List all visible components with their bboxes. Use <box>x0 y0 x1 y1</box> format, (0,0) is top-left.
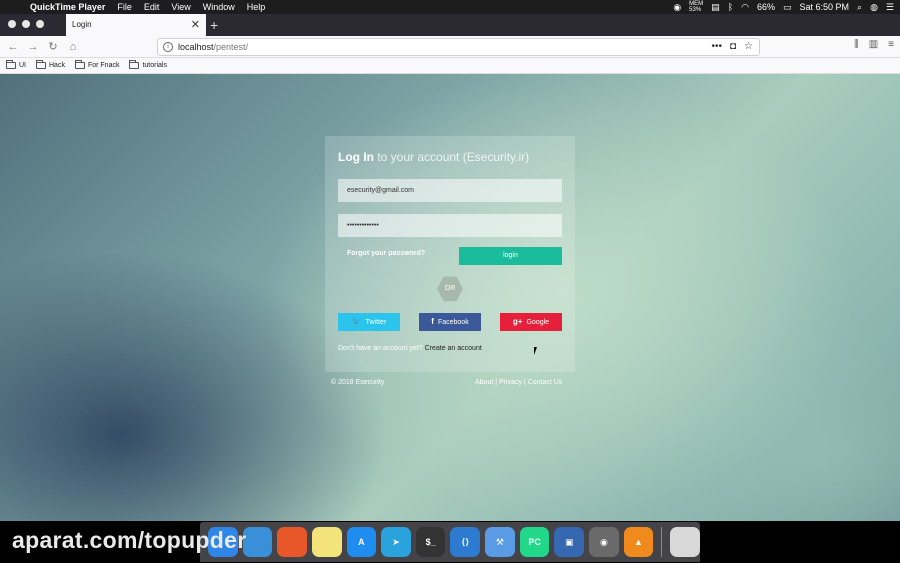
folder-icon <box>6 60 16 69</box>
facebook-icon: f <box>431 317 434 326</box>
google-plus-icon: g+ <box>512 317 523 326</box>
close-window-button[interactable] <box>8 20 16 28</box>
url-host: localhost <box>178 42 214 52</box>
reload-button[interactable]: ↻ <box>45 39 61 55</box>
bookmark-folder-tutorials[interactable]: tutorials <box>129 60 167 69</box>
maximize-window-button[interactable] <box>36 20 44 28</box>
bookmark-folder-ui[interactable]: UI <box>6 60 26 69</box>
trash-icon[interactable] <box>670 527 700 557</box>
menu-help[interactable]: Help <box>241 0 272 14</box>
bookmark-folder-for-fnack[interactable]: For Fnack <box>74 60 119 69</box>
nav-bar: ← → ↻ ⌂ i localhost/pentest/ ••• ◘ ☆ ⫼ ▥… <box>0 36 900 58</box>
chrome-icon[interactable]: ◉ <box>589 527 619 557</box>
menu-app-name[interactable]: QuickTime Player <box>24 0 111 14</box>
dock-separator <box>661 527 663 557</box>
back-button[interactable]: ← <box>5 39 21 55</box>
virtualbox-icon[interactable]: ▣ <box>554 527 585 557</box>
battery-percent[interactable]: 66% <box>757 2 775 12</box>
vscode-icon[interactable]: ⟨⟩ <box>450 527 481 557</box>
mouse-cursor <box>534 347 537 355</box>
close-tab-icon[interactable]: ✕ <box>191 14 200 36</box>
facebook-button[interactable]: f Facebook <box>419 313 481 331</box>
folder-icon <box>36 60 46 69</box>
dock: A ➤ $_ ⟨⟩ ⚒ PC ▣ ◉ ▲ <box>200 522 700 562</box>
url-actions: ••• ◘ ☆ <box>711 39 753 55</box>
footer-links: About | Privacy | Contact Us <box>475 379 563 386</box>
bookmark-folder-hack[interactable]: Hack <box>36 60 65 69</box>
toolbar-right: ⫼ ▥ ≡ <box>854 39 894 50</box>
bookmark-star-icon[interactable]: ☆ <box>744 39 753 55</box>
memory-indicator[interactable]: MEM 53% <box>689 1 703 13</box>
forward-button[interactable]: → <box>25 39 41 55</box>
forgot-password-link[interactable]: Forgot your password? <box>347 250 425 257</box>
minimize-window-button[interactable] <box>22 20 30 28</box>
url-bar[interactable]: i localhost/pentest/ ••• ◘ ☆ <box>157 38 760 56</box>
password-field[interactable]: ••••••••••••• <box>338 214 562 237</box>
vlc-icon[interactable]: ▲ <box>623 527 654 557</box>
tab-bar: Login ✕ + <box>0 14 900 36</box>
tab-login[interactable]: Login ✕ <box>66 14 206 36</box>
menu-edit[interactable]: Edit <box>138 0 166 14</box>
home-button[interactable]: ⌂ <box>65 39 81 55</box>
contact-link[interactable]: Contact Us <box>528 379 563 386</box>
sidebar-icon[interactable]: ▥ <box>869 39 878 50</box>
window-controls <box>8 20 44 28</box>
safari-icon[interactable] <box>242 527 273 557</box>
login-title: Log In to your account (Esecurity.ir) <box>338 150 530 164</box>
monitor-icon[interactable]: ▤ <box>711 2 720 13</box>
bookmarks-bar: UI Hack For Fnack tutorials <box>0 58 900 74</box>
pocket-icon[interactable]: ◘ <box>730 39 736 55</box>
about-link[interactable]: About <box>475 379 493 386</box>
info-icon[interactable]: i <box>163 42 173 52</box>
battery-icon[interactable]: ▭ <box>783 2 792 13</box>
tab-title: Login <box>72 20 92 29</box>
terminal-icon[interactable]: $_ <box>415 527 446 557</box>
or-divider: OR <box>437 276 463 302</box>
app-store-icon[interactable]: A <box>346 527 377 557</box>
url-path: /pentest/ <box>213 42 249 52</box>
login-button[interactable]: login <box>459 247 562 265</box>
spotlight-icon[interactable]: ⌕ <box>857 2 862 13</box>
privacy-link[interactable]: Privacy <box>499 379 522 386</box>
clock[interactable]: Sat 6:50 PM <box>799 2 849 12</box>
menubar: QuickTime Player File Edit View Window H… <box>0 0 900 14</box>
twitter-icon: 🐦 <box>351 317 362 326</box>
menu-view[interactable]: View <box>165 0 196 14</box>
copyright: © 2018 Esecurity <box>331 379 385 386</box>
create-account-link[interactable]: Create an account <box>425 345 482 352</box>
status-area: ◉ MEM 53% ▤ ᛒ ◠ 66% ▭ Sat 6:50 PM ⌕ ◍ ☰ <box>673 0 894 14</box>
menu-window[interactable]: Window <box>197 0 241 14</box>
folder-icon <box>74 60 85 69</box>
new-tab-button[interactable]: + <box>210 16 218 34</box>
folder-icon <box>129 60 140 69</box>
page-background: Log In to your account (Esecurity.ir) es… <box>0 74 900 521</box>
menu-icon[interactable]: ≡ <box>888 39 894 50</box>
xcode-icon[interactable]: ⚒ <box>485 527 515 557</box>
signup-row: Don't have an account yet? Create an acc… <box>338 345 482 352</box>
twitter-button[interactable]: 🐦 Twitter <box>338 313 400 331</box>
menu-file[interactable]: File <box>111 0 138 14</box>
watermark: aparat.com/topupder <box>12 527 247 553</box>
bluetooth-icon[interactable]: ᛒ <box>728 2 733 12</box>
email-field[interactable]: esecurity@gmail.com <box>338 179 562 202</box>
firefox-icon[interactable] <box>277 527 307 557</box>
siri-icon[interactable]: ◍ <box>870 2 878 13</box>
library-icon[interactable]: ⫼ <box>854 39 859 50</box>
login-card: Log In to your account (Esecurity.ir) es… <box>325 136 575 372</box>
telegram-icon[interactable]: ➤ <box>381 527 411 557</box>
pycharm-icon[interactable]: PC <box>519 527 550 557</box>
record-icon[interactable]: ◉ <box>673 2 681 13</box>
notification-center-icon[interactable]: ☰ <box>886 2 894 13</box>
wifi-icon[interactable]: ◠ <box>741 2 749 13</box>
notes-icon[interactable] <box>311 527 342 557</box>
page-actions-icon[interactable]: ••• <box>711 39 722 55</box>
google-button[interactable]: g+ Google <box>500 313 562 331</box>
